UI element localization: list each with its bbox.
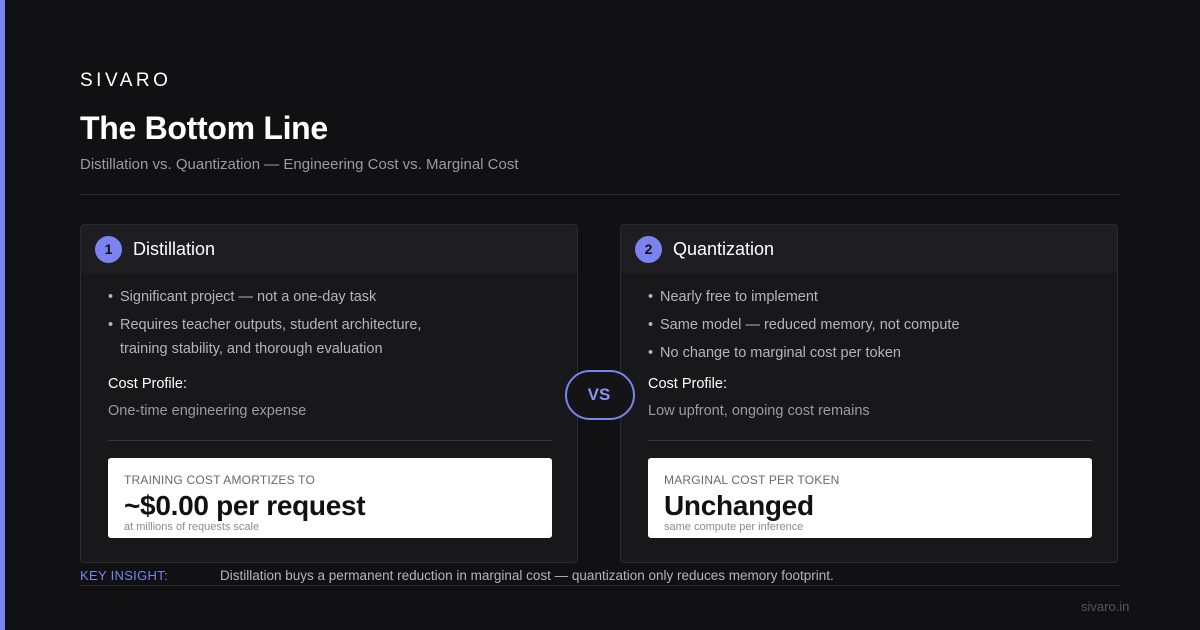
bullet-dot-icon: • (648, 317, 654, 333)
bullet-dot-icon: • (108, 317, 114, 333)
bullet-dot-icon: • (108, 289, 114, 305)
bullet-list: • Nearly free to implement • Same model — … (621, 273, 1117, 365)
cost-profile-label: Cost Profile: (648, 376, 727, 392)
bullet-item: • Significant project — not a one-day tas… (108, 285, 577, 309)
bullet-item: • No change to marginal cost per token (648, 341, 1117, 365)
bullet-dot-icon: • (648, 289, 654, 305)
quantization-card: 2 Quantization • Nearly free to implement… (620, 224, 1118, 563)
header-divider (80, 194, 1120, 195)
bullet-list: • Significant project — not a one-day tas… (81, 273, 577, 361)
card-divider (108, 440, 552, 441)
metric-box: TRAINING COST AMORTIZES TO ~$0.00 per re… (108, 458, 552, 538)
cost-profile-value: Low upfront, ongoing cost remains (648, 403, 870, 419)
vs-badge: VS (565, 370, 635, 420)
metric-value: Unchanged (664, 490, 814, 521)
distillation-card: 1 Distillation • Significant project — no… (80, 224, 578, 563)
card-title: Distillation (133, 238, 216, 259)
cost-profile-label: Cost Profile: (108, 376, 187, 392)
metric-caption: MARGINAL COST PER TOKEN (664, 473, 840, 487)
metric-note: at millions of requests scale (124, 521, 260, 533)
metric-note: same compute per inference (664, 521, 804, 533)
key-insight-text: Distillation buys a permanent reduction … (220, 568, 834, 583)
accent-bar (0, 0, 5, 630)
number-badge: 2 (635, 235, 662, 263)
cost-profile-value: One-time engineering expense (108, 403, 307, 419)
number-badge: 1 (95, 235, 122, 263)
page-title: The Bottom Line (80, 110, 328, 146)
brand-logo: SIVARO (80, 70, 172, 91)
bullet-dot-icon: • (648, 345, 654, 361)
metric-caption: TRAINING COST AMORTIZES TO (124, 473, 316, 487)
metric-box: MARGINAL COST PER TOKEN Unchanged same c… (648, 458, 1092, 538)
card-title: Quantization (673, 238, 775, 259)
bullet-item: • Same model — reduced memory, not comput… (648, 313, 1117, 337)
bullet-item: • Nearly free to implement (648, 285, 1117, 309)
card-header: 1 Distillation (81, 225, 577, 273)
key-insight-label: KEY INSIGHT: (80, 568, 168, 583)
metric-value: ~$0.00 per request (124, 490, 366, 521)
footer-divider (80, 585, 1120, 586)
card-header: 2 Quantization (621, 225, 1117, 273)
footer-url: sivaro.in (1081, 599, 1130, 614)
page-subtitle: Distillation vs. Quantization — Engineer… (80, 156, 519, 173)
card-divider (648, 440, 1092, 441)
bullet-item: • Requires teacher outputs, student archi… (108, 313, 577, 361)
